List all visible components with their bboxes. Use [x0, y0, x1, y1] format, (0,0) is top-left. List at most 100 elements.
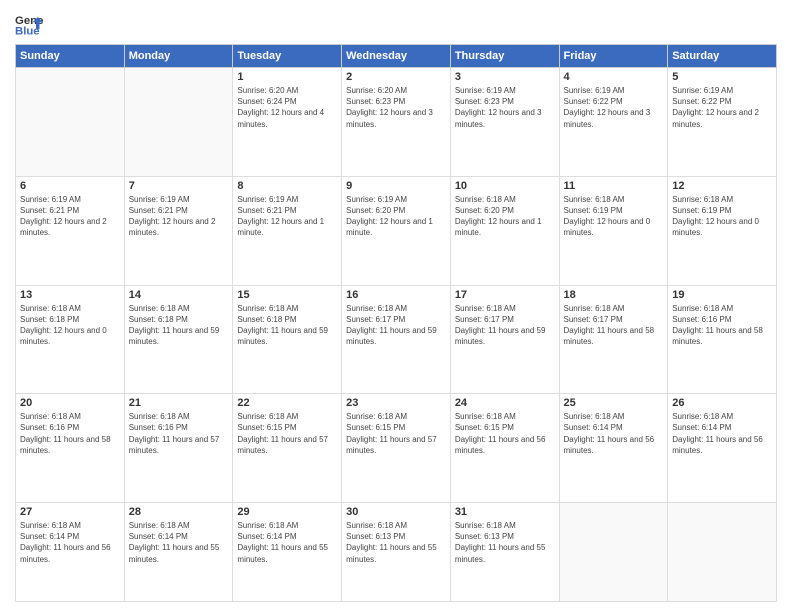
- day-number: 25: [564, 397, 664, 409]
- weekday-header-thursday: Thursday: [450, 45, 559, 68]
- calendar-cell: 7 Sunrise: 6:19 AM Sunset: 6:21 PM Daylig…: [124, 176, 233, 285]
- day-info: Sunrise: 6:18 AM Sunset: 6:18 PM Dayligh…: [129, 303, 229, 348]
- day-info: Sunrise: 6:19 AM Sunset: 6:20 PM Dayligh…: [346, 194, 446, 239]
- weekday-header-friday: Friday: [559, 45, 668, 68]
- day-info: Sunrise: 6:18 AM Sunset: 6:17 PM Dayligh…: [455, 303, 555, 348]
- day-number: 1: [237, 71, 337, 83]
- calendar-cell: 5 Sunrise: 6:19 AM Sunset: 6:22 PM Daylig…: [668, 68, 777, 177]
- calendar-cell: 19Sunrise: 6:18 AM Sunset: 6:16 PM Dayli…: [668, 285, 777, 394]
- weekday-header-wednesday: Wednesday: [342, 45, 451, 68]
- weekday-header-tuesday: Tuesday: [233, 45, 342, 68]
- day-number: 17: [455, 289, 555, 301]
- calendar-cell: 20 Sunrise: 6:18 AM Sunset: 6:16 PM Dayli…: [16, 394, 125, 503]
- day-info: Sunrise: 6:19 AM Sunset: 6:22 PM Dayligh…: [672, 85, 772, 130]
- calendar-cell: 16 Sunrise: 6:18 AM Sunset: 6:17 PM Dayli…: [342, 285, 451, 394]
- calendar-cell: 4 Sunrise: 6:19 AM Sunset: 6:22 PM Daylig…: [559, 68, 668, 177]
- day-info: Sunrise: 6:18 AM Sunset: 6:19 PM Dayligh…: [672, 194, 772, 239]
- day-number: 24: [455, 397, 555, 409]
- day-number: 23: [346, 397, 446, 409]
- calendar-cell: 31 Sunrise: 6:18 AM Sunset: 6:13 PM Dayli…: [450, 503, 559, 602]
- day-info: Sunrise: 6:18 AM Sunset: 6:16 PM Dayligh…: [672, 303, 772, 348]
- day-number: 18: [564, 289, 664, 301]
- calendar-cell: 28 Sunrise: 6:18 AM Sunset: 6:14 PM Dayli…: [124, 503, 233, 602]
- day-number: 9: [346, 180, 446, 192]
- day-number: 27: [20, 506, 120, 518]
- day-info: Sunrise: 6:18 AM Sunset: 6:15 PM Dayligh…: [455, 411, 555, 456]
- day-info: Sunrise: 6:20 AM Sunset: 6:23 PM Dayligh…: [346, 85, 446, 130]
- day-number: 14: [129, 289, 229, 301]
- day-number: 4: [564, 71, 664, 83]
- header: General Blue: [15, 10, 777, 38]
- day-number: 13: [20, 289, 120, 301]
- week-row-2: 6Sunrise: 6:19 AM Sunset: 6:21 PM Daylig…: [16, 176, 777, 285]
- day-number: 28: [129, 506, 229, 518]
- calendar-cell: 18 Sunrise: 6:18 AM Sunset: 6:17 PM Dayli…: [559, 285, 668, 394]
- logo: General Blue: [15, 10, 43, 38]
- day-number: 20: [20, 397, 120, 409]
- calendar-cell: 29 Sunrise: 6:18 AM Sunset: 6:14 PM Dayli…: [233, 503, 342, 602]
- calendar-cell: 30 Sunrise: 6:18 AM Sunset: 6:13 PM Dayli…: [342, 503, 451, 602]
- day-info: Sunrise: 6:19 AM Sunset: 6:21 PM Dayligh…: [237, 194, 337, 239]
- day-number: 10: [455, 180, 555, 192]
- weekday-header-saturday: Saturday: [668, 45, 777, 68]
- day-info: Sunrise: 6:18 AM Sunset: 6:15 PM Dayligh…: [346, 411, 446, 456]
- day-info: Sunrise: 6:19 AM Sunset: 6:22 PM Dayligh…: [564, 85, 664, 130]
- calendar-cell: 27 Sunrise: 6:18 AM Sunset: 6:14 PM Dayli…: [16, 503, 125, 602]
- week-row-5: 27 Sunrise: 6:18 AM Sunset: 6:14 PM Dayli…: [16, 503, 777, 602]
- calendar-cell: 6Sunrise: 6:19 AM Sunset: 6:21 PM Daylig…: [16, 176, 125, 285]
- day-info: Sunrise: 6:18 AM Sunset: 6:18 PM Dayligh…: [20, 303, 120, 348]
- svg-text:Blue: Blue: [15, 26, 40, 38]
- weekday-header-monday: Monday: [124, 45, 233, 68]
- calendar-cell: 23 Sunrise: 6:18 AM Sunset: 6:15 PM Dayli…: [342, 394, 451, 503]
- calendar-cell: [16, 68, 125, 177]
- day-number: 21: [129, 397, 229, 409]
- day-info: Sunrise: 6:18 AM Sunset: 6:17 PM Dayligh…: [346, 303, 446, 348]
- calendar-cell: [668, 503, 777, 602]
- week-row-3: 13 Sunrise: 6:18 AM Sunset: 6:18 PM Dayli…: [16, 285, 777, 394]
- calendar-cell: 17 Sunrise: 6:18 AM Sunset: 6:17 PM Dayli…: [450, 285, 559, 394]
- day-info: Sunrise: 6:18 AM Sunset: 6:18 PM Dayligh…: [237, 303, 337, 348]
- day-number: 7: [129, 180, 229, 192]
- calendar-cell: [559, 503, 668, 602]
- logo-icon: General Blue: [15, 10, 43, 38]
- day-info: Sunrise: 6:18 AM Sunset: 6:17 PM Dayligh…: [564, 303, 664, 348]
- calendar-cell: 24 Sunrise: 6:18 AM Sunset: 6:15 PM Dayli…: [450, 394, 559, 503]
- calendar-cell: [124, 68, 233, 177]
- day-info: Sunrise: 6:18 AM Sunset: 6:14 PM Dayligh…: [672, 411, 772, 456]
- day-number: 16: [346, 289, 446, 301]
- day-info: Sunrise: 6:18 AM Sunset: 6:13 PM Dayligh…: [346, 520, 446, 565]
- week-row-1: 1 Sunrise: 6:20 AM Sunset: 6:24 PM Daylig…: [16, 68, 777, 177]
- calendar-cell: 26 Sunrise: 6:18 AM Sunset: 6:14 PM Dayli…: [668, 394, 777, 503]
- calendar-cell: 10 Sunrise: 6:18 AM Sunset: 6:20 PM Dayli…: [450, 176, 559, 285]
- day-info: Sunrise: 6:19 AM Sunset: 6:21 PM Dayligh…: [20, 194, 120, 239]
- day-info: Sunrise: 6:18 AM Sunset: 6:13 PM Dayligh…: [455, 520, 555, 565]
- day-number: 30: [346, 506, 446, 518]
- calendar-cell: 14 Sunrise: 6:18 AM Sunset: 6:18 PM Dayli…: [124, 285, 233, 394]
- day-number: 15: [237, 289, 337, 301]
- day-number: 26: [672, 397, 772, 409]
- day-number: 5: [672, 71, 772, 83]
- day-number: 29: [237, 506, 337, 518]
- day-number: 31: [455, 506, 555, 518]
- calendar-cell: 12 Sunrise: 6:18 AM Sunset: 6:19 PM Dayli…: [668, 176, 777, 285]
- day-info: Sunrise: 6:20 AM Sunset: 6:24 PM Dayligh…: [237, 85, 337, 130]
- day-info: Sunrise: 6:18 AM Sunset: 6:14 PM Dayligh…: [20, 520, 120, 565]
- calendar-table: SundayMondayTuesdayWednesdayThursdayFrid…: [15, 44, 777, 602]
- calendar-cell: 8Sunrise: 6:19 AM Sunset: 6:21 PM Daylig…: [233, 176, 342, 285]
- day-info: Sunrise: 6:19 AM Sunset: 6:21 PM Dayligh…: [129, 194, 229, 239]
- calendar-cell: 2Sunrise: 6:20 AM Sunset: 6:23 PM Daylig…: [342, 68, 451, 177]
- weekday-header-row: SundayMondayTuesdayWednesdayThursdayFrid…: [16, 45, 777, 68]
- day-info: Sunrise: 6:18 AM Sunset: 6:16 PM Dayligh…: [20, 411, 120, 456]
- day-info: Sunrise: 6:18 AM Sunset: 6:14 PM Dayligh…: [564, 411, 664, 456]
- day-number: 12: [672, 180, 772, 192]
- day-info: Sunrise: 6:18 AM Sunset: 6:14 PM Dayligh…: [129, 520, 229, 565]
- calendar-cell: 21 Sunrise: 6:18 AM Sunset: 6:16 PM Dayli…: [124, 394, 233, 503]
- day-info: Sunrise: 6:18 AM Sunset: 6:20 PM Dayligh…: [455, 194, 555, 239]
- day-info: Sunrise: 6:18 AM Sunset: 6:16 PM Dayligh…: [129, 411, 229, 456]
- calendar-cell: 25 Sunrise: 6:18 AM Sunset: 6:14 PM Dayli…: [559, 394, 668, 503]
- day-info: Sunrise: 6:18 AM Sunset: 6:14 PM Dayligh…: [237, 520, 337, 565]
- calendar-cell: 3Sunrise: 6:19 AM Sunset: 6:23 PM Daylig…: [450, 68, 559, 177]
- day-number: 11: [564, 180, 664, 192]
- calendar-cell: 22Sunrise: 6:18 AM Sunset: 6:15 PM Dayli…: [233, 394, 342, 503]
- day-info: Sunrise: 6:19 AM Sunset: 6:23 PM Dayligh…: [455, 85, 555, 130]
